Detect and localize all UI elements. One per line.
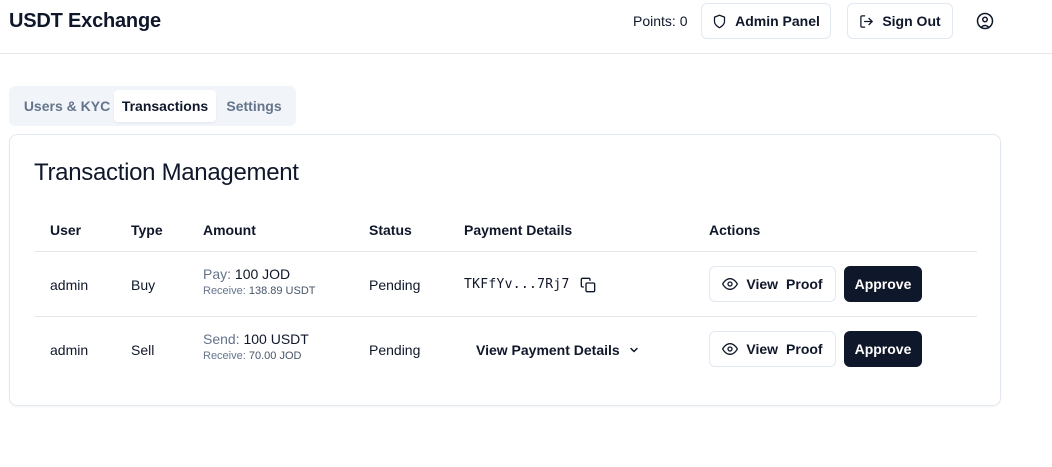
admin-panel-button[interactable]: Admin Panel [701,3,831,39]
view-payment-details-button[interactable]: View Payment Details [476,342,640,358]
row-amount: Pay: 100 JOD Receive: 138.89 USDT [203,266,316,297]
row-status: Pending [369,342,421,358]
row-type: Buy [131,277,156,293]
receive-label: Receive: [203,350,246,362]
approve-button[interactable]: Approve [844,331,922,367]
view-label: View [746,276,779,292]
column-header-payment-details: Payment Details [464,222,573,238]
receive-value: 70.00 JOD [248,350,302,362]
approve-button[interactable]: Approve [844,266,922,302]
log-out-icon [860,14,874,28]
row-amount: Send: 100 USDT Receive: 70.00 JOD [203,331,309,362]
sign-out-button[interactable]: Sign Out [847,3,953,39]
points-counter: Points: 0 [633,13,688,29]
transaction-management-card: Transaction Management User Type Amount … [9,134,1001,406]
receive-label: Receive: [203,285,246,297]
column-header-type: Type [131,222,163,238]
top-bar: USDT Exchange Points: 0 Admin Panel Sign… [0,0,1052,54]
tab-transactions[interactable]: Transactions [114,90,216,122]
chevron-down-icon [629,347,638,353]
tab-settings[interactable]: Settings [217,90,291,122]
amount-value: 100 JOD [234,266,291,282]
app-title: USDT Exchange [9,10,161,32]
amount-value: 100 USDT [243,331,309,347]
copy-icon[interactable] [580,277,596,293]
column-header-status: Status [369,222,412,238]
shield-icon [713,14,726,28]
receive-value: 138.89 USDT [248,285,316,297]
column-header-amount: Amount [203,222,256,238]
eye-icon [722,343,739,355]
sign-out-label: Sign Out [882,13,941,29]
row-type: Sell [131,342,155,358]
admin-panel-label: Admin Panel [735,13,820,29]
proof-label: Proof [786,341,823,357]
row-divider [34,316,977,317]
column-header-actions: Actions [709,222,761,238]
wallet-address: TKFfYv...7Rj7 [464,277,570,292]
eye-icon [722,278,739,290]
amount-label: Send: [203,331,240,347]
card-title: Transaction Management [34,159,299,186]
view-payment-details-label: View Payment Details [476,342,620,358]
tab-users-kyc[interactable]: Users & KYC [15,90,119,122]
view-proof-button[interactable]: View Proof [709,331,836,367]
row-status: Pending [369,277,421,293]
view-proof-button[interactable]: View Proof [709,266,836,302]
row-user: admin [50,277,89,293]
header-divider [34,251,977,252]
user-circle-icon[interactable] [976,12,994,30]
view-label: View [746,341,779,357]
admin-tabs: Users & KYC Transactions Settings [9,86,296,126]
amount-label: Pay: [203,266,232,282]
row-user: admin [50,342,89,358]
column-header-user: User [50,222,82,238]
proof-label: Proof [786,276,823,292]
